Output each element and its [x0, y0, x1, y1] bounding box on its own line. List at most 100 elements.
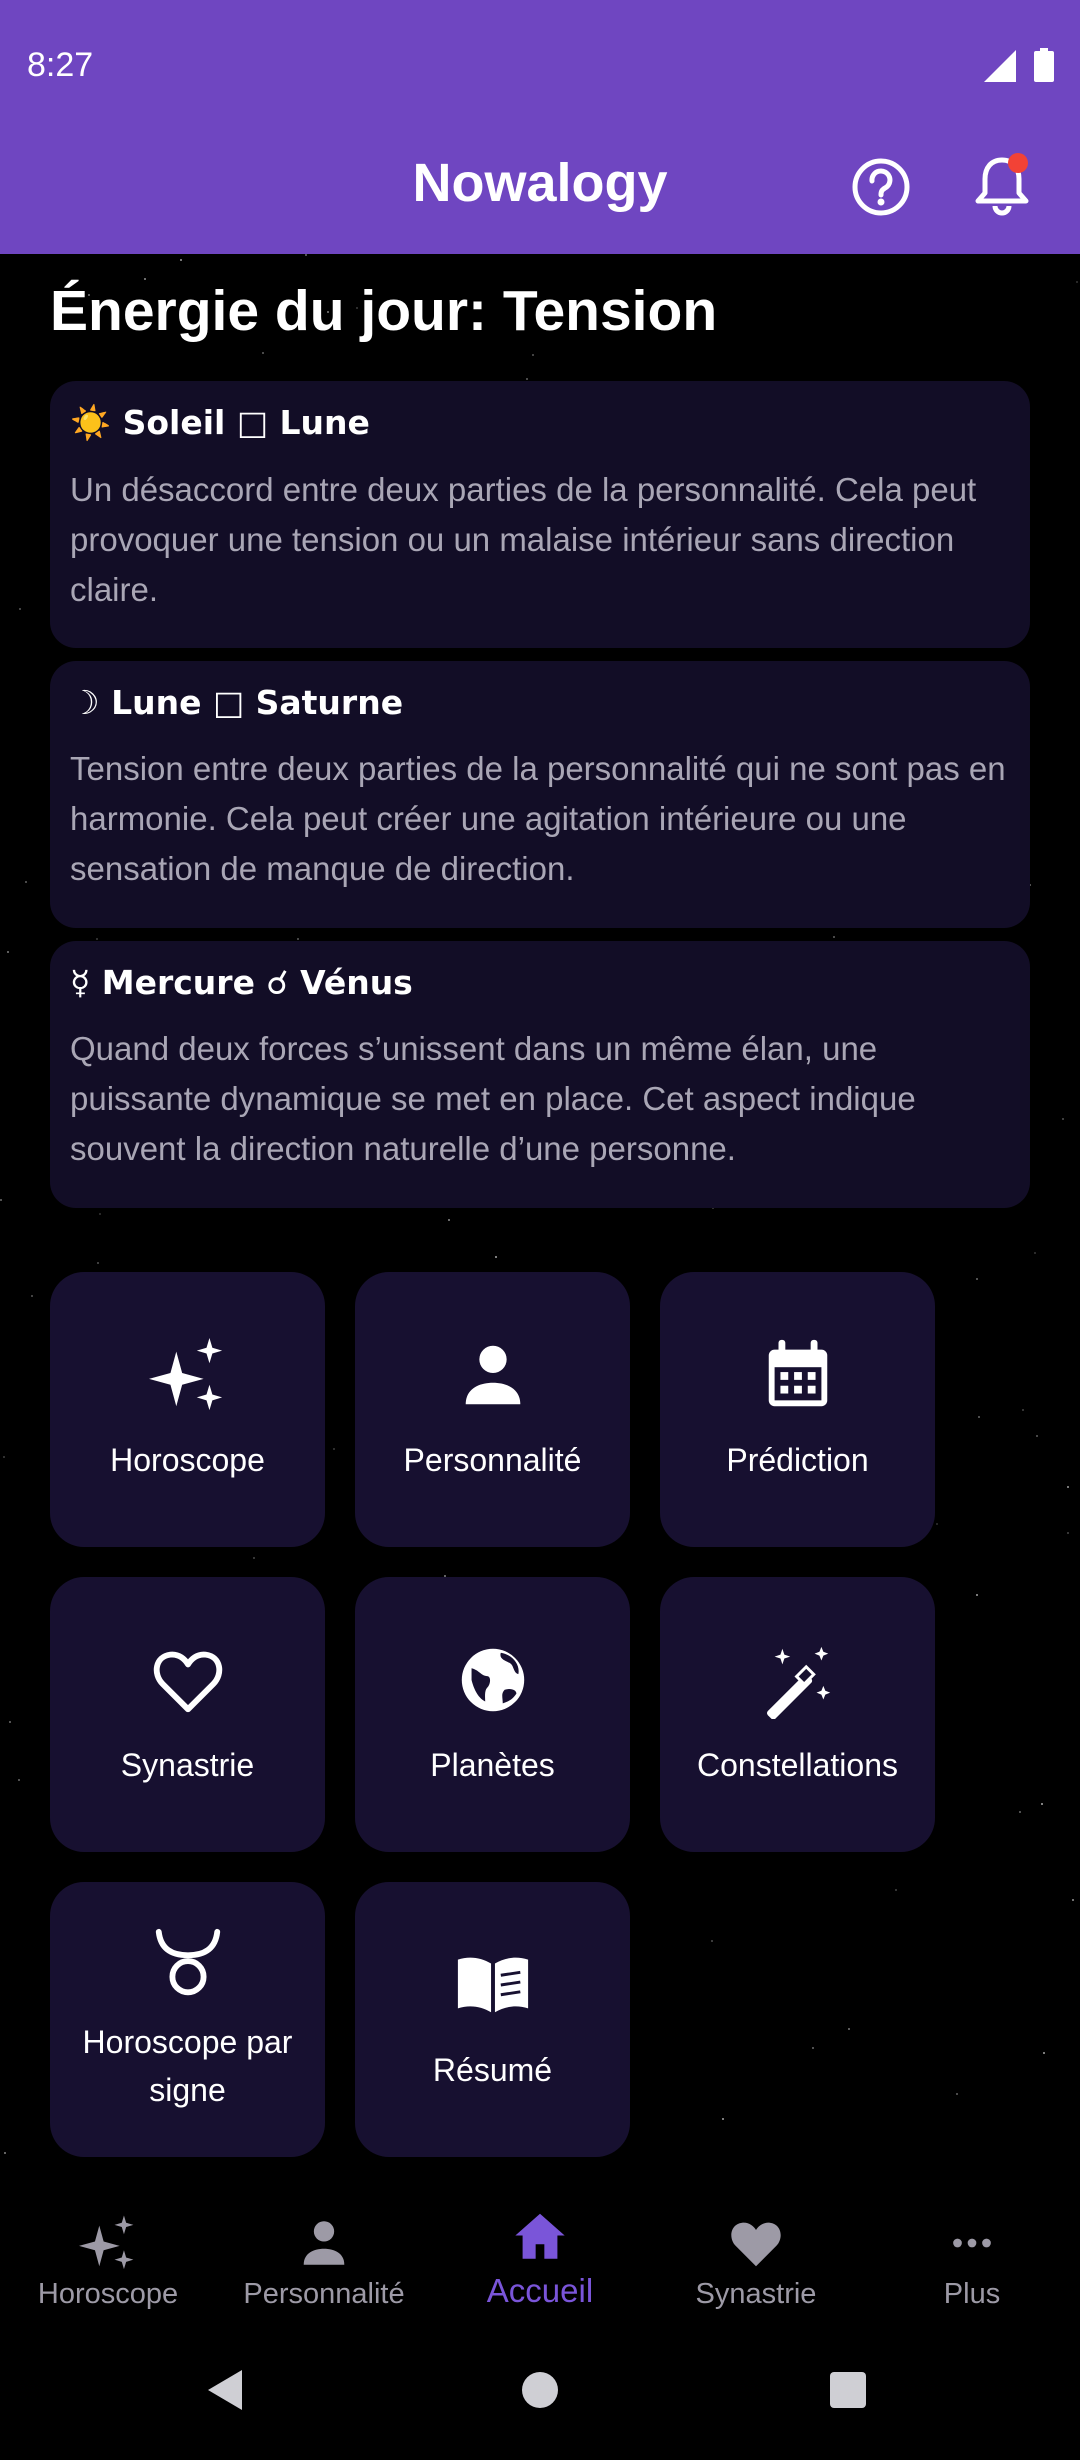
aspect-card: ☿ Mercure ☌ Vénus Quand deux forces s’un… — [50, 941, 1030, 1208]
aspect-description: Quand deux forces s’unissent dans un mêm… — [70, 1030, 916, 1167]
tile-planetes[interactable]: Planètes — [355, 1577, 630, 1852]
star-dot — [1034, 1252, 1036, 1254]
battery-icon — [1034, 48, 1054, 82]
star-dot — [1067, 1532, 1069, 1534]
magic-wand-icon — [766, 1646, 830, 1719]
nav-item-accueil[interactable]: Accueil — [432, 2208, 648, 2310]
nav-item-personnalite[interactable]: Personnalité — [216, 2214, 432, 2311]
star-dot — [25, 881, 27, 883]
star-dot — [3, 1456, 5, 1458]
book-icon — [457, 1957, 528, 2012]
star-dot — [1019, 1811, 1021, 1813]
star-dot — [99, 1213, 101, 1215]
status-bar: 8:27 — [0, 0, 1080, 132]
star-dot — [1076, 281, 1078, 283]
tile-label: Horoscope par signe — [82, 2023, 293, 2108]
sparkles-icon — [148, 1337, 222, 1410]
star-dot — [180, 259, 182, 261]
tile-label: Horoscope — [110, 1441, 265, 1478]
star-dot — [97, 1262, 99, 1264]
aspect-description: Un désaccord entre deux parties de la pe… — [70, 471, 977, 608]
tile-personnalite[interactable]: Personnalité — [355, 1272, 630, 1547]
home-icon — [515, 2213, 565, 2259]
star-dot — [976, 1594, 978, 1596]
star-dot — [0, 1199, 2, 1201]
star-dot — [1062, 1118, 1064, 1120]
star-dot — [1022, 1409, 1024, 1411]
aspect-card: ☀️ Soleil □ Lune Un désaccord entre deux… — [50, 381, 1030, 648]
back-icon[interactable] — [206, 2368, 246, 2412]
nav-label: Accueil — [486, 2272, 594, 2309]
star-dot — [253, 1557, 255, 1559]
aspect-title: ☀️ Soleil □ Lune — [70, 403, 370, 442]
star-dot — [7, 951, 9, 953]
person-icon — [303, 2221, 345, 2265]
recents-icon[interactable] — [828, 2368, 868, 2412]
aspect-title: ☽ Lune □ Saturne — [70, 683, 404, 722]
tile-resume[interactable]: Résumé — [355, 1882, 630, 2157]
nav-item-synastrie[interactable]: Synastrie — [648, 2214, 864, 2311]
nav-label: Synastrie — [695, 2278, 817, 2310]
star-dot — [848, 2028, 850, 2030]
star-dot — [1072, 1899, 1074, 1901]
home-button-icon[interactable] — [520, 2368, 560, 2412]
star-dot — [495, 1256, 497, 1258]
star-dot — [448, 1219, 450, 1221]
star-dot — [895, 1889, 897, 1891]
heart-icon — [731, 2222, 781, 2267]
tile-label: Prédiction — [726, 1441, 869, 1478]
star-dot — [711, 1940, 713, 1942]
star-dot — [532, 354, 534, 356]
app-title: Nowalogy — [412, 153, 668, 213]
tile-synastrie[interactable]: Synastrie — [50, 1577, 325, 1852]
star-dot — [1043, 2052, 1045, 2054]
star-dot — [722, 2118, 724, 2120]
star-dot — [96, 938, 98, 940]
tile-label: Personnalité — [403, 1441, 582, 1478]
bottom-navigation: Horoscope Personnalité Accueil Synastrie… — [0, 2200, 1080, 2340]
star-dot — [31, 1295, 33, 1297]
tile-horoscope[interactable]: Horoscope — [50, 1272, 325, 1547]
star-dot — [18, 1779, 20, 1781]
status-time: 8:27 — [27, 46, 94, 84]
person-icon — [465, 1345, 520, 1404]
star-dot — [1067, 1486, 1069, 1488]
star-dot — [1041, 1803, 1043, 1805]
tile-constellations[interactable]: Constellations — [660, 1577, 935, 1852]
tile-label: Résumé — [432, 2051, 553, 2088]
star-dot — [4, 2152, 6, 2154]
star-dot — [978, 1416, 980, 1418]
star-dot — [812, 2047, 814, 2049]
nav-label: Plus — [943, 2278, 1001, 2310]
star-dot — [19, 608, 21, 610]
tile-horoscope-par-signe[interactable]: Horoscope par signe — [50, 1882, 325, 2157]
tile-prediction[interactable]: Prédiction — [660, 1272, 935, 1547]
help-icon[interactable] — [850, 156, 912, 218]
calendar-icon — [768, 1339, 827, 1406]
nav-label: Horoscope — [37, 2278, 179, 2310]
star-dot — [297, 938, 299, 940]
system-navigation-bar — [0, 2340, 1080, 2460]
aspect-description: Tension entre deux parties de la personn… — [70, 750, 1006, 887]
tile-label: Planètes — [430, 1746, 555, 1783]
app-bar: Nowalogy — [0, 132, 1080, 254]
nav-item-horoscope[interactable]: Horoscope — [0, 2214, 216, 2311]
aspect-title: ☿ Mercure ☌ Vénus — [70, 963, 413, 1002]
star-dot — [1036, 1435, 1038, 1437]
tile-label: Synastrie — [120, 1746, 255, 1783]
globe-icon — [461, 1648, 524, 1711]
star-dot — [936, 1523, 938, 1525]
more-horiz-icon — [953, 2238, 991, 2248]
signal-icon — [984, 50, 1016, 82]
tile-label: Constellations — [697, 1746, 898, 1783]
daily-energy-title: Énergie du jour: Tension — [50, 279, 718, 343]
nav-item-plus[interactable]: Plus — [864, 2214, 1080, 2311]
star-dot — [526, 378, 528, 380]
heart-outline-icon — [153, 1651, 222, 1712]
sparkles-icon — [79, 2215, 134, 2270]
aspect-card: ☽ Lune □ Saturne Tension entre deux part… — [50, 661, 1030, 928]
star-dot — [833, 936, 835, 938]
star-dot — [333, 1448, 335, 1450]
nav-label: Personnalité — [243, 2278, 405, 2310]
notification-bell-icon[interactable] — [970, 152, 1034, 220]
